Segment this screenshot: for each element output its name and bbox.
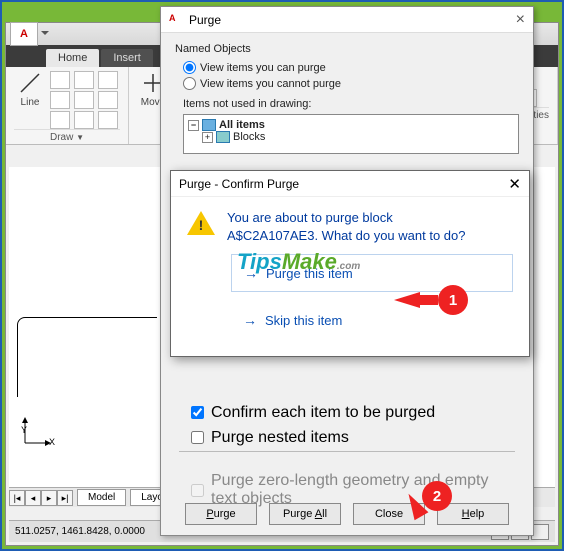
- callout-number: 1: [438, 285, 468, 315]
- blocks-icon: [216, 131, 230, 143]
- confirm-titlebar[interactable]: Purge - Confirm Purge ✕: [171, 171, 529, 197]
- expander-icon[interactable]: −: [188, 120, 199, 131]
- radio-cannot-purge[interactable]: View items you cannot purge: [183, 77, 519, 90]
- skip-this-item-label: Skip this item: [265, 313, 342, 328]
- tree-all-items[interactable]: − All items: [188, 119, 514, 131]
- app-logo-menu[interactable]: A: [10, 22, 38, 46]
- tab-nav-next[interactable]: ▸: [41, 490, 57, 506]
- callout-1: 1: [394, 285, 468, 315]
- callout-number: 2: [422, 481, 452, 511]
- arrow-right-icon: →: [243, 312, 257, 328]
- purge-title: Purge: [189, 13, 221, 27]
- polyline-icon[interactable]: [50, 71, 70, 89]
- rect-icon[interactable]: [50, 91, 70, 109]
- items-not-used-label: Items not used in drawing:: [183, 98, 519, 110]
- zero-length-input: [191, 484, 204, 497]
- confirm-close-icon[interactable]: ✕: [508, 175, 521, 193]
- confirm-message-l1: You are about to purge block: [227, 210, 393, 225]
- confirm-each-input[interactable]: [191, 406, 204, 419]
- radio-cannot-purge-input[interactable]: [183, 77, 196, 90]
- purge-button-row: Purge Purge All Close Help: [161, 503, 533, 525]
- purge-this-item-label: Purge this item: [266, 266, 353, 281]
- confirm-purge-dialog: Purge - Confirm Purge ✕ You are about to…: [170, 170, 530, 357]
- model-tab[interactable]: Model: [77, 489, 126, 506]
- purge-nested-checkbox[interactable]: Purge nested items: [187, 428, 515, 447]
- lower-options: Confirm each item to be purged Purge nes…: [179, 397, 515, 453]
- tab-nav-last[interactable]: ▸|: [57, 490, 73, 506]
- skip-this-item-link[interactable]: → Skip this item: [231, 302, 513, 338]
- confirm-title-text: Purge - Confirm Purge: [179, 177, 299, 191]
- confirm-message-l2: A$C2A107AE3. What do you want to do?: [227, 228, 466, 243]
- tree-all-items-label: All items: [219, 119, 265, 131]
- line-label: Line: [21, 97, 40, 108]
- expander-icon[interactable]: +: [202, 132, 213, 143]
- purge-titlebar[interactable]: A Purge ×: [161, 7, 533, 33]
- arrow-right-icon: →: [244, 265, 258, 281]
- confirm-body: You are about to purge block A$C2A107AE3…: [171, 197, 529, 356]
- confirm-message: You are about to purge block A$C2A107AE3…: [227, 209, 466, 244]
- coordinates-readout: 511.0257, 1461.8428, 0.0000: [15, 526, 145, 537]
- draw-panel-label[interactable]: Draw ▼: [14, 129, 120, 143]
- purge-nested-input[interactable]: [191, 431, 204, 444]
- region-icon[interactable]: [98, 111, 118, 129]
- callout-2: 2: [402, 479, 452, 513]
- axis-y-label: Y: [21, 425, 27, 435]
- line-tool[interactable]: Line: [14, 71, 46, 129]
- purge-close-icon[interactable]: ×: [516, 11, 525, 29]
- warning-icon: [187, 211, 215, 237]
- circle-icon[interactable]: [74, 71, 94, 89]
- purge-body: Named Objects View items you can purge V…: [161, 33, 533, 164]
- radio-can-purge-input[interactable]: [183, 61, 196, 74]
- purge-all-button[interactable]: Purge All: [269, 503, 341, 525]
- tab-insert[interactable]: Insert: [101, 49, 153, 67]
- axis-x-label: X: [49, 437, 55, 447]
- confirm-each-label: Confirm each item to be purged: [211, 404, 435, 422]
- radio-cannot-purge-label: View items you cannot purge: [200, 78, 341, 90]
- tab-home[interactable]: Home: [46, 49, 99, 67]
- confirm-each-checkbox[interactable]: Confirm each item to be purged: [187, 403, 515, 422]
- arc-icon[interactable]: [98, 71, 118, 89]
- named-objects-label: Named Objects: [175, 43, 519, 55]
- point-icon[interactable]: [74, 111, 94, 129]
- draw-tool-grid: [50, 71, 120, 129]
- tab-nav-first[interactable]: |◂: [9, 490, 25, 506]
- purge-tree[interactable]: − All items + Blocks: [183, 114, 519, 154]
- callout-arrow-icon: [394, 292, 420, 308]
- ellipse-icon[interactable]: [74, 91, 94, 109]
- tree-blocks[interactable]: + Blocks: [202, 131, 514, 143]
- tab-nav-prev[interactable]: ◂: [25, 490, 41, 506]
- draw-panel: Line Draw ▼: [6, 67, 129, 144]
- spline-icon[interactable]: [50, 111, 70, 129]
- folder-icon: [202, 119, 216, 131]
- purge-nested-label: Purge nested items: [211, 429, 349, 447]
- purge-title-icon: A: [169, 13, 183, 27]
- radio-can-purge-label: View items you can purge: [200, 62, 326, 74]
- purge-button[interactable]: Purge: [185, 503, 257, 525]
- drawing-geometry: [17, 317, 157, 397]
- radio-can-purge[interactable]: View items you can purge: [183, 61, 519, 74]
- tree-blocks-label: Blocks: [233, 131, 265, 143]
- purge-this-item-link[interactable]: → Purge this item: [231, 254, 513, 292]
- hatch-icon[interactable]: [98, 91, 118, 109]
